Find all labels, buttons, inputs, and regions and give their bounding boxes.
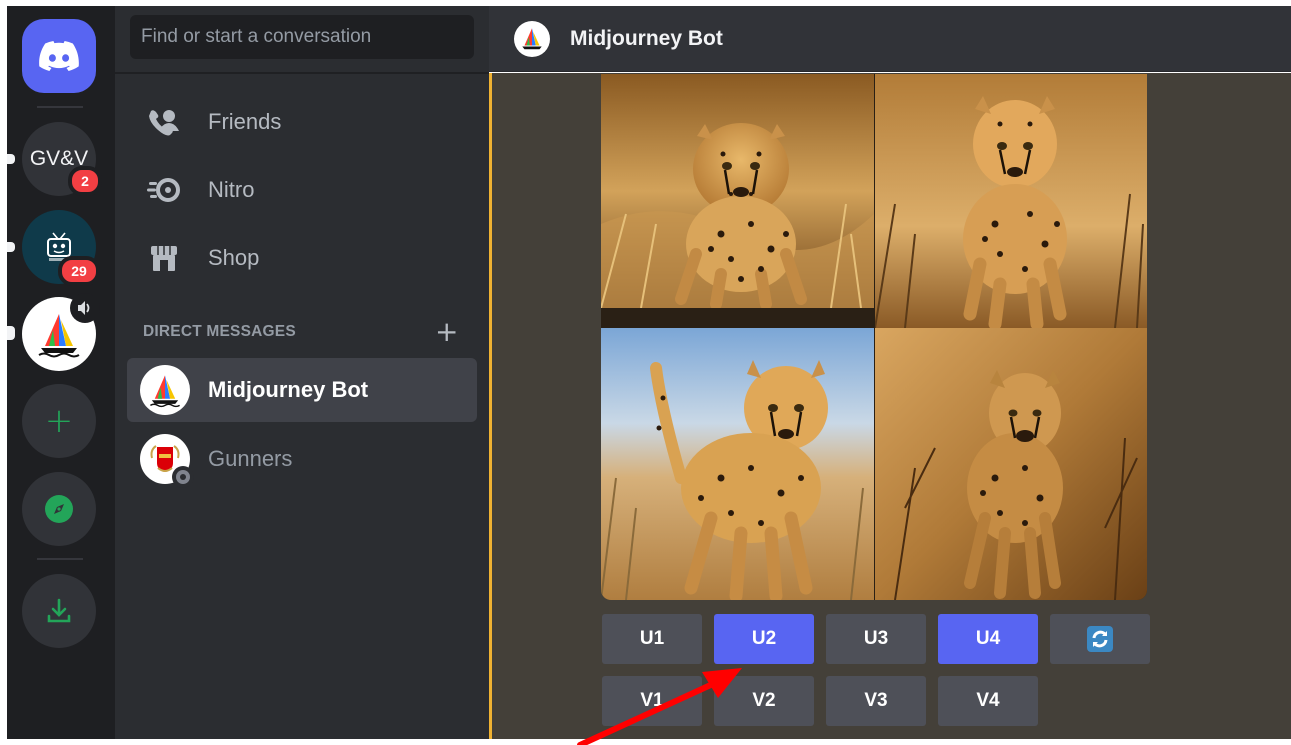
variation-button-v3[interactable]: V3 bbox=[826, 676, 926, 726]
divider bbox=[115, 72, 489, 74]
mention-badge: 29 bbox=[58, 256, 100, 286]
compass-icon bbox=[45, 495, 73, 523]
home-button[interactable] bbox=[22, 19, 96, 93]
speaker-icon bbox=[78, 301, 90, 315]
midjourney-boat-icon bbox=[150, 375, 180, 408]
dm-item-gunners[interactable]: Gunners bbox=[127, 427, 477, 491]
channel-title: Midjourney Bot bbox=[570, 26, 723, 50]
dm-sidebar: Find or start a conversation Friends Nit… bbox=[115, 6, 489, 739]
nav-item-nitro[interactable]: Nitro bbox=[127, 158, 477, 222]
server-dad[interactable]: 29 bbox=[22, 210, 100, 286]
rail-separator bbox=[37, 558, 83, 560]
nitro-icon bbox=[144, 170, 184, 210]
avatar bbox=[514, 20, 550, 57]
friends-icon bbox=[144, 102, 184, 142]
nav-item-label: Shop bbox=[208, 245, 260, 270]
create-dm-button[interactable]: + bbox=[435, 318, 458, 346]
mention-badge: 2 bbox=[68, 166, 102, 196]
image-tile-2 bbox=[875, 74, 1147, 328]
nav-item-label: Nitro bbox=[208, 177, 255, 202]
avatar bbox=[140, 365, 190, 415]
upscale-button-u4[interactable]: U4 bbox=[938, 614, 1038, 664]
image-tile-4 bbox=[875, 328, 1147, 600]
search-input[interactable]: Find or start a conversation bbox=[130, 15, 474, 59]
offline-status-icon bbox=[172, 466, 194, 488]
message-area: U1 U2 U3 U4 V1 V2 V3 V4 bbox=[489, 73, 1291, 739]
shop-icon bbox=[144, 238, 184, 278]
upscale-button-u1[interactable]: U1 bbox=[602, 614, 702, 664]
download-apps-button[interactable] bbox=[22, 574, 96, 648]
nav-item-friends[interactable]: Friends bbox=[127, 90, 477, 154]
variation-button-v4[interactable]: V4 bbox=[938, 676, 1038, 726]
upscale-button-u3[interactable]: U3 bbox=[826, 614, 926, 664]
variation-button-v1[interactable]: V1 bbox=[602, 676, 702, 726]
midjourney-boat-icon bbox=[522, 27, 542, 49]
generated-image-grid[interactable] bbox=[601, 74, 1147, 600]
add-server-button[interactable]: + bbox=[22, 384, 96, 458]
nav-item-label: Friends bbox=[208, 109, 282, 134]
unread-pill bbox=[7, 242, 15, 252]
avatar bbox=[140, 434, 194, 488]
mention-highlight-bar bbox=[489, 73, 492, 739]
server-midjourney[interactable] bbox=[22, 293, 100, 371]
discord-logo-icon bbox=[39, 41, 79, 71]
dm-item-label: Gunners bbox=[208, 446, 293, 471]
upscale-button-u2[interactable]: U2 bbox=[714, 614, 814, 664]
dm-item-label: Midjourney Bot bbox=[208, 377, 369, 402]
unread-pill bbox=[7, 326, 15, 340]
reroll-button[interactable] bbox=[1050, 614, 1150, 664]
image-tile-3 bbox=[601, 328, 874, 600]
page-margin bbox=[0, 739, 1291, 745]
nav-item-shop[interactable]: Shop bbox=[127, 226, 477, 290]
variation-button-v2[interactable]: V2 bbox=[714, 676, 814, 726]
rail-separator bbox=[37, 106, 83, 108]
refresh-icon bbox=[1087, 626, 1113, 652]
server-gvv[interactable]: GV&V 2 bbox=[22, 122, 102, 196]
channel-header: Midjourney Bot bbox=[489, 6, 1291, 72]
explore-button[interactable] bbox=[22, 472, 96, 546]
speaker-status bbox=[70, 293, 100, 323]
dm-section-header: DIRECT MESSAGES bbox=[143, 323, 296, 340]
server-rail: GV&V 2 29 + bbox=[7, 6, 115, 739]
download-icon bbox=[47, 598, 71, 623]
image-tile-1 bbox=[601, 74, 874, 308]
unread-pill bbox=[7, 154, 15, 164]
dm-item-midjourney-bot[interactable]: Midjourney Bot bbox=[127, 358, 477, 422]
